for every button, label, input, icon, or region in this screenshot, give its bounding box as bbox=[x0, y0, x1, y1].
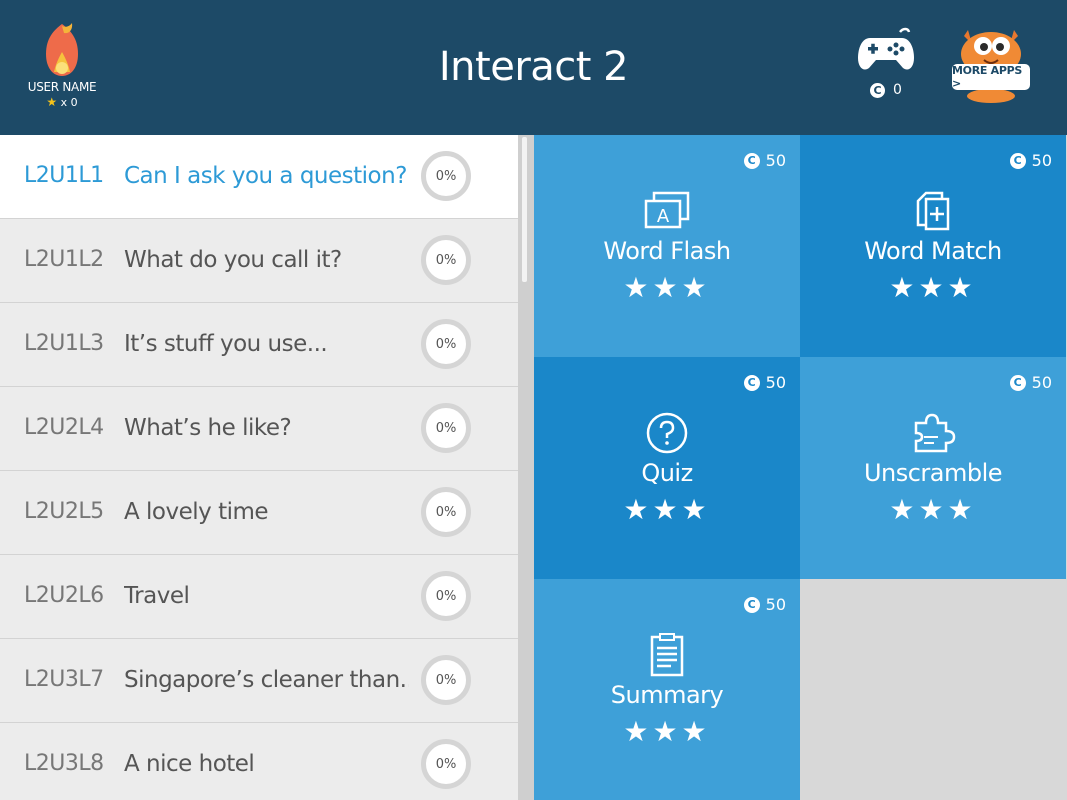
puzzle-icon bbox=[914, 413, 956, 453]
activity-unscramble[interactable]: C 50 Unscramble ★★★ bbox=[800, 357, 1066, 579]
word-flash-icon: A bbox=[644, 191, 690, 229]
app-header: USER NAME ★ x 0 Interact 2 C 0 MORE APPS… bbox=[0, 0, 1067, 135]
activity-cost: C 50 bbox=[1009, 151, 1052, 170]
activity-word-match[interactable]: C 50 Word Match ★★★ bbox=[800, 135, 1066, 357]
star-icon: ★ bbox=[46, 95, 58, 109]
coin-icon: C bbox=[870, 82, 886, 98]
games-button[interactable]: C 0 bbox=[853, 26, 919, 108]
lesson-progress: 0% bbox=[421, 319, 471, 369]
activity-cost: C 50 bbox=[743, 373, 786, 392]
lesson-code: L2U2L6 bbox=[24, 583, 104, 608]
lesson-title: Can I ask you a question? bbox=[124, 163, 407, 189]
activity-cost-value: 50 bbox=[765, 151, 786, 170]
lesson-item-l2u1l2[interactable]: L2U1L2 What do you call it? 0% bbox=[0, 219, 518, 303]
user-star-value: x 0 bbox=[60, 96, 78, 109]
lesson-list-scrollbar[interactable] bbox=[518, 135, 534, 800]
activity-summary[interactable]: C 50 Summary ★★★ bbox=[534, 579, 800, 800]
lesson-title: Singapore’s cleaner than... bbox=[124, 667, 409, 693]
activity-cost-value: 50 bbox=[765, 373, 786, 392]
activity-name: Unscramble bbox=[863, 459, 1003, 487]
lesson-item-l2u2l6[interactable]: L2U2L6 Travel 0% bbox=[0, 555, 518, 639]
lesson-progress: 0% bbox=[421, 151, 471, 201]
coin-balance: C 0 bbox=[853, 82, 919, 98]
scrollbar-thumb[interactable] bbox=[522, 137, 527, 282]
activity-name: Word Flash bbox=[603, 237, 731, 265]
lesson-code: L2U3L7 bbox=[24, 667, 104, 692]
lesson-code: L2U2L4 bbox=[24, 415, 104, 440]
activity-rating: ★★★ bbox=[889, 493, 977, 526]
quiz-icon bbox=[646, 412, 688, 454]
activity-cost-value: 50 bbox=[1031, 151, 1052, 170]
lesson-title: It’s stuff you use... bbox=[124, 331, 328, 357]
more-apps-button[interactable]: MORE APPS > bbox=[950, 24, 1034, 106]
coin-icon: C bbox=[743, 374, 760, 391]
coin-icon: C bbox=[743, 152, 760, 169]
coin-count: 0 bbox=[893, 82, 902, 98]
activity-quiz[interactable]: C 50 Quiz ★★★ bbox=[534, 357, 800, 579]
user-star-count: ★ x 0 bbox=[22, 95, 102, 109]
activity-grid: C 50 A Word Flash ★★★ C 50 Word Match ★★… bbox=[534, 135, 1067, 800]
lesson-progress: 0% bbox=[421, 403, 471, 453]
lesson-code: L2U3L8 bbox=[24, 751, 104, 776]
gamepad-icon bbox=[858, 27, 914, 70]
lesson-progress: 0% bbox=[421, 655, 471, 705]
activity-rating: ★★★ bbox=[623, 271, 711, 304]
activity-name: Summary bbox=[610, 681, 724, 709]
activity-rating: ★★★ bbox=[623, 715, 711, 748]
lesson-progress: 0% bbox=[421, 235, 471, 285]
activity-rating: ★★★ bbox=[889, 271, 977, 304]
activity-cost-value: 50 bbox=[1031, 373, 1052, 392]
lesson-progress: 0% bbox=[421, 571, 471, 621]
more-apps-label: MORE APPS > bbox=[952, 64, 1030, 90]
lesson-code: L2U1L3 bbox=[24, 331, 104, 356]
activity-cost: C 50 bbox=[1009, 373, 1052, 392]
coin-icon: C bbox=[1009, 152, 1026, 169]
summary-icon bbox=[650, 633, 684, 677]
lesson-code: L2U2L5 bbox=[24, 499, 104, 524]
lesson-item-l2u2l5[interactable]: L2U2L5 A lovely time 0% bbox=[0, 471, 518, 555]
lesson-progress: 0% bbox=[421, 739, 471, 789]
activity-cost-value: 50 bbox=[765, 595, 786, 614]
activity-name: Quiz bbox=[641, 459, 693, 487]
activity-word-flash[interactable]: C 50 A Word Flash ★★★ bbox=[534, 135, 800, 357]
avatar-icon bbox=[46, 23, 78, 76]
activity-rating: ★★★ bbox=[623, 493, 711, 526]
lesson-item-l2u3l8[interactable]: L2U3L8 A nice hotel 0% bbox=[0, 723, 518, 800]
activity-name: Word Match bbox=[864, 237, 1002, 265]
lesson-title: What’s he like? bbox=[124, 415, 292, 441]
coin-icon: C bbox=[1009, 374, 1026, 391]
word-match-icon bbox=[916, 191, 950, 231]
lesson-code: L2U1L1 bbox=[24, 163, 104, 188]
user-name: USER NAME bbox=[27, 80, 97, 94]
lesson-title: Travel bbox=[124, 583, 190, 609]
lesson-progress: 0% bbox=[421, 487, 471, 537]
lesson-title: A nice hotel bbox=[124, 751, 255, 777]
user-profile[interactable]: USER NAME ★ x 0 bbox=[22, 22, 102, 109]
activity-cost: C 50 bbox=[743, 595, 786, 614]
lesson-item-l2u3l7[interactable]: L2U3L7 Singapore’s cleaner than... 0% bbox=[0, 639, 518, 723]
lesson-code: L2U1L2 bbox=[24, 247, 104, 272]
lesson-list: L2U1L1 Can I ask you a question? 0% L2U1… bbox=[0, 135, 518, 800]
lesson-title: A lovely time bbox=[124, 499, 269, 525]
coin-icon: C bbox=[743, 596, 760, 613]
lesson-item-l2u2l4[interactable]: L2U2L4 What’s he like? 0% bbox=[0, 387, 518, 471]
lesson-item-l2u1l3[interactable]: L2U1L3 It’s stuff you use... 0% bbox=[0, 303, 518, 387]
lesson-title: What do you call it? bbox=[124, 247, 342, 273]
activity-cost: C 50 bbox=[743, 151, 786, 170]
svg-text:A: A bbox=[657, 206, 670, 227]
lesson-item-l2u1l1[interactable]: L2U1L1 Can I ask you a question? 0% bbox=[0, 135, 518, 219]
